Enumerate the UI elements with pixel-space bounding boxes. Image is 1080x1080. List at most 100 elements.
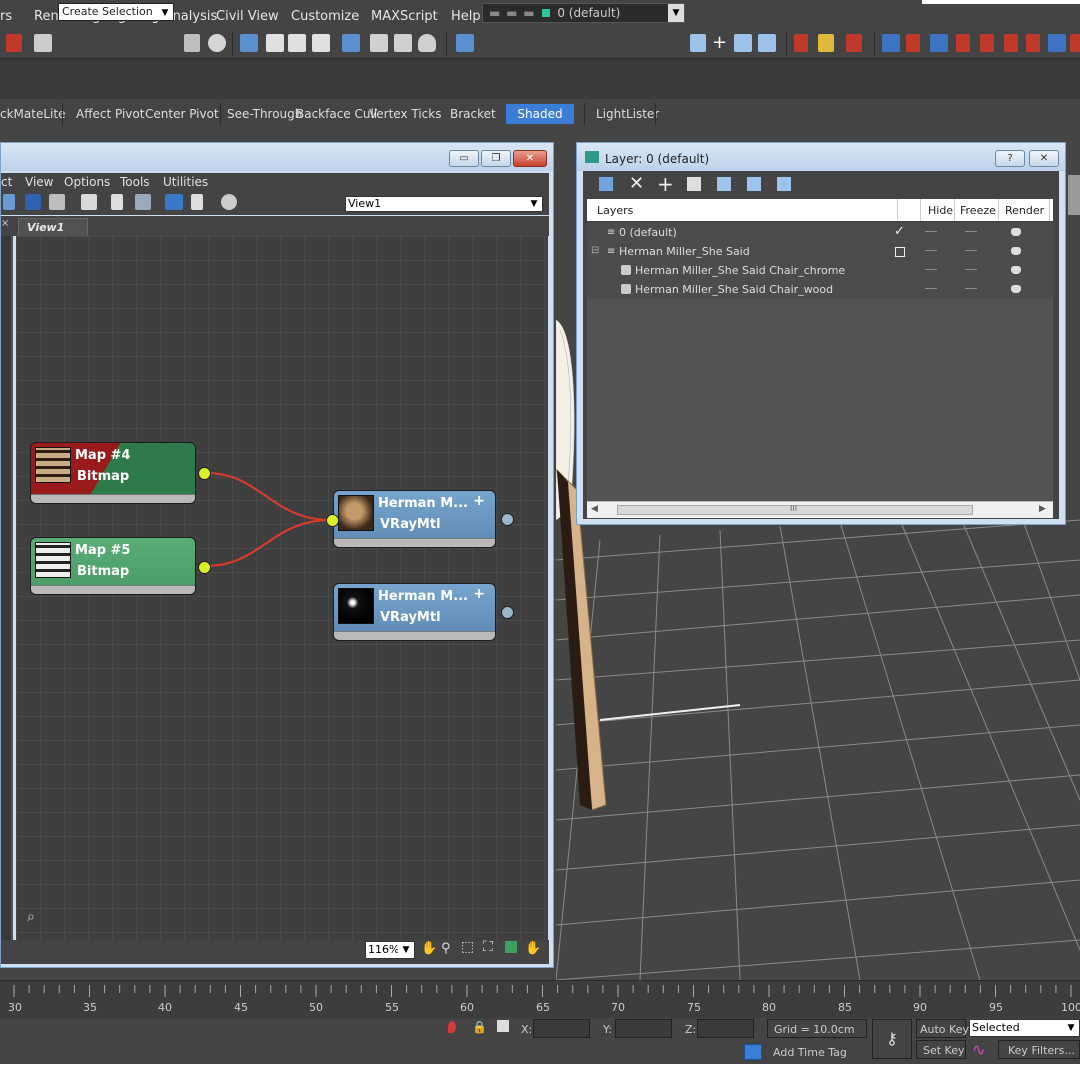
freeze-toggle[interactable]	[965, 250, 977, 251]
mirror-axis-icon[interactable]	[1070, 34, 1080, 52]
material-editor-icon[interactable]	[342, 34, 360, 52]
render-setup-icon[interactable]	[370, 34, 388, 52]
menu-item-maxscript[interactable]: MAXScript	[371, 9, 438, 24]
add-time-tag[interactable]: Add Time Tag	[773, 1046, 847, 1059]
node-map5[interactable]: Map #5 Bitmap	[30, 537, 196, 595]
scroll-thumb[interactable]: III	[617, 504, 973, 515]
key-selection-combo[interactable]: Selected ▼	[969, 1019, 1080, 1037]
select-objects-icon[interactable]	[687, 177, 701, 191]
scroll-left-icon[interactable]: ◀	[591, 504, 598, 514]
lock-icon[interactable]: 🔒	[472, 1020, 487, 1034]
hide-toggle[interactable]	[925, 250, 937, 251]
render-teapot-icon[interactable]	[1011, 285, 1021, 293]
layer-row[interactable]: Herman Miller_She Said Chair_chrome	[587, 261, 1053, 280]
expand-icon[interactable]: +	[473, 586, 485, 602]
add-selection-icon[interactable]: +	[657, 172, 674, 196]
named-selection-icon[interactable]	[34, 34, 52, 52]
move-icon[interactable]	[956, 34, 970, 52]
expand-icon[interactable]: +	[473, 493, 485, 509]
toggle-ribbon-icon[interactable]	[266, 34, 284, 52]
select-object-icon[interactable]	[882, 34, 900, 52]
render-frame-icon[interactable]	[394, 34, 412, 52]
node-vraymtl-wood[interactable]: Herman M... VRayMtl +	[333, 490, 496, 548]
freeze-all-icon[interactable]	[777, 177, 791, 191]
ribbon-affect-pivot[interactable]: Affect Pivot	[76, 107, 144, 121]
curve-editor-icon[interactable]	[288, 34, 306, 52]
add-to-layer-icon[interactable]	[690, 34, 706, 52]
render-teapot-icon[interactable]	[418, 34, 436, 52]
zoom-region-icon[interactable]: ⬚	[461, 939, 474, 955]
freeze-toggle[interactable]	[965, 269, 977, 270]
output-socket[interactable]	[198, 467, 211, 480]
hide-all-icon[interactable]	[747, 177, 761, 191]
hide-toggle[interactable]	[925, 269, 937, 270]
new-layer-icon[interactable]	[599, 177, 613, 191]
y-coordinate-field[interactable]	[615, 1019, 672, 1038]
selection-region-icon[interactable]	[930, 34, 948, 52]
set-current-layer-icon[interactable]	[758, 34, 776, 52]
selection-set-combo[interactable]: Create Selection Se ▼	[58, 3, 174, 21]
delete-layer-icon[interactable]: ✕	[629, 173, 644, 194]
ribbon-shaded-button[interactable]: Shaded	[506, 104, 574, 124]
angle-snap-icon[interactable]	[818, 34, 834, 52]
ribbon-bracket[interactable]: Bracket	[450, 107, 496, 121]
menu-item-help[interactable]: Help	[451, 9, 481, 24]
ribbon-see-through[interactable]: See-Through	[227, 107, 302, 121]
layer-row[interactable]: ≡ 0 (default) ✓	[587, 223, 1053, 242]
binoculars-icon[interactable]: ⌕	[27, 909, 35, 925]
x-coordinate-field[interactable]	[533, 1019, 590, 1038]
time-tag-icon[interactable]	[744, 1044, 762, 1060]
help-button[interactable]: ?	[995, 150, 1025, 167]
scale-icon[interactable]	[1004, 34, 1018, 52]
output-socket[interactable]	[501, 606, 514, 619]
snap-toggle-icon[interactable]	[794, 34, 808, 52]
freeze-toggle[interactable]	[965, 231, 977, 232]
pan-view-icon[interactable]: ✋	[525, 941, 541, 956]
output-socket[interactable]	[501, 513, 514, 526]
horizontal-scrollbar[interactable]: ◀ III ▶	[587, 501, 1053, 518]
input-socket[interactable]	[326, 514, 339, 527]
zoom-icon[interactable]: ⚲	[441, 941, 451, 956]
freeze-toggle[interactable]	[965, 288, 977, 289]
create-layer-icon[interactable]: +	[712, 34, 730, 52]
menu-item-renderers[interactable]: rs	[0, 9, 12, 24]
menu-item-customize[interactable]: Customize	[291, 9, 359, 24]
key-filters-button[interactable]: Key Filters...	[998, 1040, 1080, 1059]
mirror-icon[interactable]	[184, 34, 200, 52]
render-teapot-icon[interactable]	[1011, 266, 1021, 274]
ribbon-lightlister[interactable]: LightLister	[596, 107, 659, 121]
set-key-mode-icon[interactable]: ⚷	[872, 1019, 912, 1059]
highlight-layer-icon[interactable]	[717, 177, 731, 191]
column-layers[interactable]: Layers	[597, 204, 633, 217]
pin-icon[interactable]	[448, 1021, 456, 1033]
make-current-checkbox[interactable]	[895, 247, 905, 257]
z-coordinate-field[interactable]	[697, 1019, 754, 1038]
layer-explorer-icon[interactable]	[240, 34, 258, 52]
ribbon-vertex-ticks[interactable]: Vertex Ticks	[369, 107, 441, 121]
ribbon-backface-cull[interactable]: Backface Cull	[296, 107, 377, 121]
pivot-icon[interactable]	[1026, 34, 1040, 52]
scroll-right-icon[interactable]: ▶	[1039, 504, 1046, 514]
menu-item-civil-view[interactable]: Civil View	[216, 9, 279, 24]
select-in-layer-icon[interactable]	[734, 34, 752, 52]
ribbon-center-pivot[interactable]: Center Pivot	[145, 107, 219, 121]
timeline-ruler[interactable]: 30 35 40 45 50 55 60 65 70 75 80 85 90 9…	[0, 980, 1080, 1019]
unlink-icon[interactable]	[6, 34, 22, 52]
curve-icon[interactable]: ∿	[972, 1040, 985, 1059]
column-freeze[interactable]: Freeze	[960, 204, 996, 217]
absolute-mode-icon[interactable]	[497, 1020, 509, 1032]
layer-row[interactable]: Herman Miller_She Said Chair_wood	[587, 280, 1053, 299]
ribbon-trackmatelite[interactable]: ckMateLite	[0, 107, 65, 121]
output-socket[interactable]	[198, 561, 211, 574]
schematic-view-icon[interactable]	[312, 34, 330, 52]
current-layer-checkmark[interactable]: ✓	[894, 224, 905, 239]
hide-toggle[interactable]	[925, 288, 937, 289]
snaps-icon[interactable]	[1048, 34, 1066, 52]
layer-row[interactable]: ⊟ ≡ Herman Miller_She Said	[587, 242, 1053, 261]
align-icon[interactable]	[208, 34, 226, 52]
select-by-name-icon[interactable]	[906, 34, 920, 52]
hide-toggle[interactable]	[925, 231, 937, 232]
column-render[interactable]: Render	[1005, 204, 1044, 217]
percent-snap-icon[interactable]	[846, 34, 862, 52]
manage-layers-icon[interactable]	[456, 34, 474, 52]
